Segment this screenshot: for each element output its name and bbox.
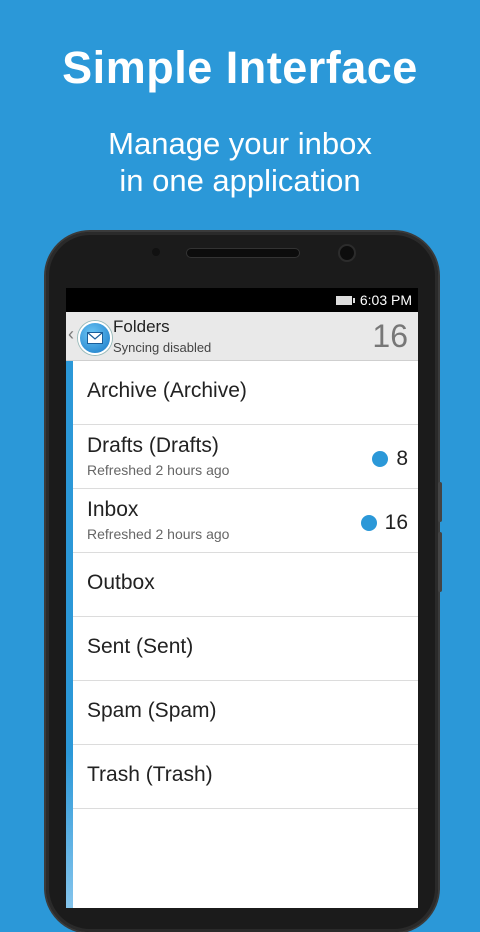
folder-unread-count: 16 <box>360 511 408 535</box>
action-bar[interactable]: ‹ Folders Syncing disabled 16 <box>66 312 418 361</box>
folder-name: Archive (Archive) <box>87 379 247 402</box>
folder-item-drafts[interactable]: Drafts (Drafts) Refreshed 2 hours ago 8 <box>73 425 418 489</box>
folder-name: Inbox <box>87 498 139 521</box>
accent-strip <box>66 361 73 908</box>
battery-icon <box>335 295 355 305</box>
folder-item-outbox[interactable]: Outbox <box>73 553 418 617</box>
unread-dot-icon <box>372 451 389 467</box>
power-button <box>438 482 442 522</box>
promo-subtitle: Manage your inbox in one application <box>0 125 480 199</box>
status-bar: 6:03 PM <box>66 288 418 312</box>
folder-item-sent[interactable]: Sent (Sent) <box>73 617 418 681</box>
volume-button <box>438 532 442 592</box>
folder-name: Sent (Sent) <box>87 635 194 658</box>
promo-subtitle-line2: in one application <box>119 163 361 198</box>
folder-refresh-time: Refreshed 2 hours ago <box>87 462 230 478</box>
promo-title: Simple Interface <box>62 42 418 93</box>
folder-name: Trash (Trash) <box>87 763 213 786</box>
folder-name: Outbox <box>87 571 155 594</box>
folder-refresh-time: Refreshed 2 hours ago <box>87 526 230 542</box>
back-chevron-icon[interactable]: ‹ <box>68 324 74 345</box>
action-bar-title: Folders <box>113 317 170 336</box>
folder-item-spam[interactable]: Spam (Spam) <box>73 681 418 745</box>
folder-list: Archive (Archive) Drafts (Drafts) Refres… <box>66 361 418 908</box>
unread-dot-icon <box>360 515 377 531</box>
status-time: 6:03 PM <box>359 292 412 308</box>
mail-icon[interactable] <box>78 321 112 355</box>
folder-count-value: 16 <box>384 511 408 534</box>
folder-item-archive[interactable]: Archive (Archive) <box>73 361 418 425</box>
camera-icon <box>338 244 356 262</box>
folder-name: Drafts (Drafts) <box>87 434 219 457</box>
unread-total: 16 <box>372 318 408 354</box>
speaker-grille <box>186 248 300 258</box>
phone-frame: 6:03 PM ‹ Folders Syncing disabled 16 Ar… <box>46 232 442 932</box>
folder-unread-count: 8 <box>372 447 408 471</box>
folder-name: Spam (Spam) <box>87 699 217 722</box>
folder-count-value: 8 <box>396 447 408 470</box>
promo-subtitle-line1: Manage your inbox <box>108 126 372 161</box>
action-bar-subtitle: Syncing disabled <box>113 340 212 355</box>
folder-item-trash[interactable]: Trash (Trash) <box>73 745 418 809</box>
sensor-icon <box>152 248 160 256</box>
folder-item-inbox[interactable]: Inbox Refreshed 2 hours ago 16 <box>73 489 418 553</box>
screen: 6:03 PM ‹ Folders Syncing disabled 16 Ar… <box>66 288 418 908</box>
